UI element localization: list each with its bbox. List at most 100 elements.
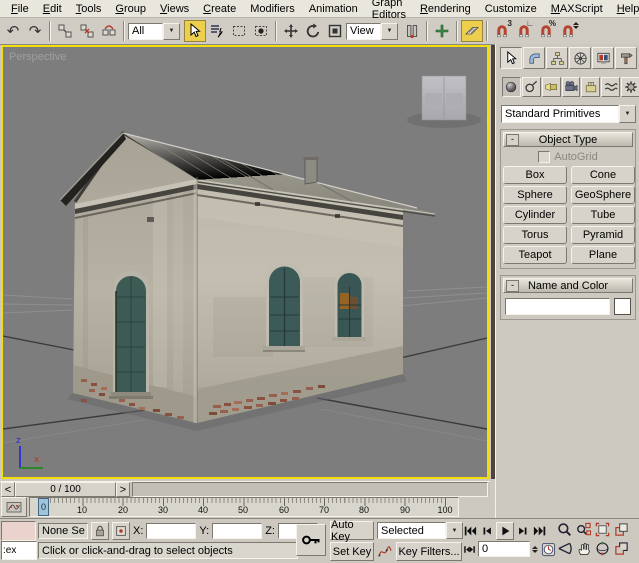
arc-rotate-button[interactable] bbox=[594, 540, 611, 556]
menu-group[interactable]: Group bbox=[108, 2, 153, 16]
category-space-warps-button[interactable] bbox=[601, 77, 620, 97]
pyramid-button[interactable]: Pyramid bbox=[571, 226, 635, 244]
category-systems-button[interactable] bbox=[621, 77, 639, 97]
chevron-down-icon[interactable]: ▼ bbox=[163, 23, 180, 40]
menu-edit[interactable]: Edit bbox=[36, 2, 69, 16]
use-pivot-point-center-button[interactable] bbox=[401, 20, 423, 42]
select-and-link-icon[interactable] bbox=[54, 20, 76, 42]
menu-customize[interactable]: Customize bbox=[478, 2, 544, 16]
object-name-input[interactable] bbox=[505, 298, 610, 315]
min-max-toggle-button[interactable] bbox=[613, 540, 630, 556]
menu-animation[interactable]: Animation bbox=[302, 2, 365, 16]
zoom-all-button[interactable] bbox=[575, 521, 592, 537]
go-to-end-button[interactable] bbox=[532, 523, 548, 539]
menu-file[interactable]: File bbox=[4, 2, 36, 16]
current-frame-marker[interactable]: 0 bbox=[38, 498, 49, 516]
previous-frame-arrow[interactable]: < bbox=[1, 482, 15, 497]
set-key-button[interactable]: Set Key bbox=[330, 542, 374, 561]
open-mini-curve-editor-button[interactable] bbox=[1, 497, 27, 517]
perspective-viewport[interactable]: z x bbox=[1, 45, 489, 479]
window-crossing-toggle[interactable] bbox=[250, 20, 272, 42]
menu-views[interactable]: Views bbox=[153, 2, 196, 16]
object-color-swatch[interactable] bbox=[614, 298, 631, 315]
geosphere-button[interactable]: GeoSphere bbox=[571, 186, 635, 204]
menu-help[interactable]: Help bbox=[610, 2, 639, 16]
menu-modifiers[interactable]: Modifiers bbox=[243, 2, 302, 16]
undo-icon[interactable]: ↶ bbox=[2, 20, 24, 42]
tab-modify[interactable] bbox=[523, 47, 545, 69]
key-mode-toggle[interactable] bbox=[462, 541, 476, 557]
chevron-down-icon[interactable]: ▼ bbox=[446, 522, 463, 539]
percent-snap-toggle[interactable]: % bbox=[535, 20, 557, 42]
category-shapes-button[interactable] bbox=[522, 77, 541, 97]
category-cameras-button[interactable] bbox=[562, 77, 581, 97]
time-slider-track[interactable] bbox=[132, 482, 488, 497]
menu-maxscript[interactable]: MAXScript bbox=[544, 2, 610, 16]
name-and-color-rollout-header[interactable]: - Name and Color bbox=[503, 278, 633, 293]
next-frame-button[interactable] bbox=[515, 523, 531, 539]
sphere-button[interactable]: Sphere bbox=[503, 186, 567, 204]
select-and-manipulate-button[interactable] bbox=[431, 20, 453, 42]
category-geometry-button[interactable] bbox=[502, 77, 521, 97]
select-object-button[interactable] bbox=[184, 20, 206, 42]
time-configuration-button[interactable] bbox=[540, 541, 557, 557]
key-filters-button[interactable]: Key Filters... bbox=[396, 542, 462, 561]
chevron-down-icon[interactable]: ▼ bbox=[381, 23, 398, 40]
unlink-selection-icon[interactable] bbox=[76, 20, 98, 42]
zoom-extents-all-button[interactable] bbox=[613, 521, 630, 537]
current-frame-field[interactable]: 0 bbox=[478, 541, 530, 557]
auto-key-button[interactable]: Auto Key bbox=[330, 521, 374, 540]
select-and-rotate-button[interactable] bbox=[302, 20, 324, 42]
reference-coordinate-system-dropdown[interactable]: View ▼ bbox=[346, 23, 398, 40]
select-by-name-button[interactable] bbox=[206, 20, 228, 42]
set-keys-button[interactable] bbox=[296, 524, 326, 556]
tab-utilities[interactable] bbox=[615, 47, 637, 69]
angle-snap-toggle[interactable]: ∟ bbox=[513, 20, 535, 42]
tab-hierarchy[interactable] bbox=[546, 47, 568, 69]
torus-button[interactable]: Torus bbox=[503, 226, 567, 244]
category-helpers-button[interactable] bbox=[581, 77, 600, 97]
primitive-category-dropdown[interactable]: Standard Primitives ▼ bbox=[501, 105, 636, 123]
cylinder-button[interactable]: Cylinder bbox=[503, 206, 567, 224]
autogrid-checkbox[interactable] bbox=[538, 151, 550, 163]
keyboard-shortcut-override-toggle[interactable] bbox=[461, 20, 483, 42]
menu-tools[interactable]: Tools bbox=[69, 2, 109, 16]
frame-spinner[interactable] bbox=[532, 546, 538, 553]
next-frame-arrow[interactable]: > bbox=[116, 482, 130, 497]
category-lights-button[interactable] bbox=[542, 77, 561, 97]
absolute-offset-mode-toggle[interactable] bbox=[112, 522, 130, 540]
go-to-start-button[interactable] bbox=[462, 523, 478, 539]
track-bar-ruler[interactable]: 0 10 20 30 40 50 60 70 80 90 100 0 bbox=[29, 497, 459, 517]
maxscript-mini-listener[interactable]: :ex bbox=[1, 541, 37, 560]
redo-icon[interactable]: ↷ bbox=[24, 20, 46, 42]
select-and-scale-button[interactable] bbox=[324, 20, 346, 42]
zoom-button[interactable] bbox=[556, 521, 573, 537]
plane-button[interactable]: Plane bbox=[571, 246, 635, 264]
tab-display[interactable] bbox=[592, 47, 614, 69]
tube-button[interactable]: Tube bbox=[571, 206, 635, 224]
play-animation-button[interactable] bbox=[496, 522, 514, 540]
rectangular-selection-region-button[interactable] bbox=[228, 20, 250, 42]
zoom-extents-button[interactable] bbox=[594, 521, 611, 537]
viewport-canvas[interactable]: z x bbox=[3, 47, 487, 477]
spinner-snap-toggle[interactable] bbox=[557, 20, 579, 42]
teapot-button[interactable]: Teapot bbox=[503, 246, 567, 264]
menu-create[interactable]: Create bbox=[196, 2, 243, 16]
time-slider-handle[interactable]: 0 / 100 bbox=[15, 482, 116, 497]
menu-rendering[interactable]: Rendering bbox=[413, 2, 478, 16]
y-coordinate-field[interactable] bbox=[212, 523, 262, 539]
pan-view-button[interactable] bbox=[575, 540, 592, 556]
select-and-move-button[interactable] bbox=[280, 20, 302, 42]
previous-frame-button[interactable] bbox=[479, 523, 495, 539]
x-coordinate-field[interactable] bbox=[146, 523, 196, 539]
object-type-rollout-header[interactable]: - Object Type bbox=[503, 132, 633, 147]
field-of-view-button[interactable] bbox=[556, 540, 573, 556]
viewport-label[interactable]: Perspective bbox=[9, 51, 66, 63]
selection-filter-dropdown[interactable]: All ▼ bbox=[128, 23, 180, 40]
snap-toggle-3d[interactable]: 3 bbox=[491, 20, 513, 42]
box-button[interactable]: Box bbox=[503, 166, 567, 184]
default-in-out-tangents-icon[interactable] bbox=[377, 543, 393, 560]
selection-set-dropdown[interactable]: Selected ▼ bbox=[377, 522, 463, 539]
tab-create[interactable] bbox=[500, 47, 522, 69]
tab-motion[interactable] bbox=[569, 47, 591, 69]
